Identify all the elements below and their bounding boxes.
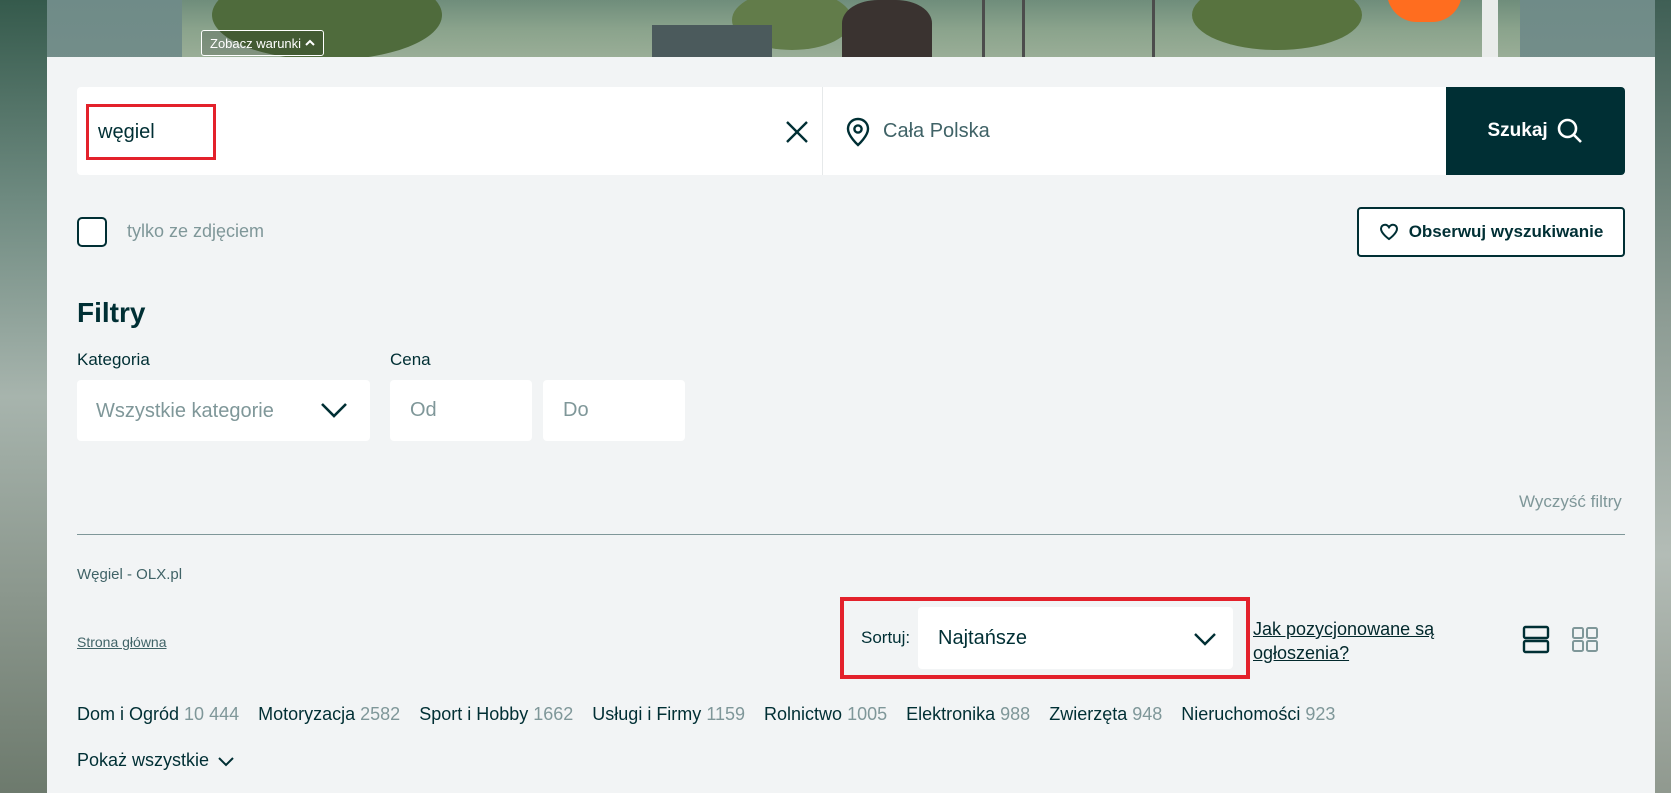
chevron-down-icon (321, 403, 347, 418)
location-pin-icon (846, 117, 870, 147)
search-panel: węgiel Szukaj tylko ze zdjęciem Obserwuj… (47, 57, 1655, 793)
category-count: 1662 (533, 704, 574, 724)
category-link[interactable]: Elektronika 988 (906, 704, 1030, 725)
ranking-info-link[interactable]: Jak pozycjonowane są ogłoszenia? (1253, 617, 1453, 665)
chevron-down-icon (218, 756, 234, 766)
banner-pole (982, 0, 985, 58)
filters-title: Filtry (77, 297, 146, 328)
category-link[interactable]: Nieruchomości 923 (1181, 704, 1335, 725)
category-count: 1159 (706, 704, 746, 724)
price-label: Cena (390, 350, 431, 369)
category-link[interactable]: Sport i Hobby 1662 (419, 704, 573, 725)
banner-tree (1192, 0, 1362, 50)
sort-value: Najtańsze (938, 627, 1027, 649)
category-count: 10 444 (184, 704, 240, 724)
sort-control: Sortuj: Najtańsze (840, 597, 1250, 679)
show-all-categories-button[interactable]: Pokaż wszystkie (77, 750, 235, 771)
heart-icon (1379, 223, 1398, 241)
category-count: 988 (1000, 704, 1031, 724)
category-name: Nieruchomości (1181, 704, 1301, 724)
category-name: Rolnictwo (764, 704, 843, 724)
observe-search-button[interactable]: Obserwuj wyszukiwanie (1357, 207, 1625, 257)
divider (77, 534, 1625, 535)
search-bar: węgiel Szukaj (77, 87, 1625, 175)
banner-pole (1022, 0, 1025, 58)
category-name: Motoryzacja (258, 704, 356, 724)
category-name: Zwierzęta (1049, 704, 1128, 724)
category-name: Dom i Ogród (77, 704, 180, 724)
location-input[interactable] (883, 111, 1424, 151)
category-count: 923 (1305, 704, 1336, 724)
photo-only-label: tylko ze zdjęciem (127, 221, 265, 241)
category-name: Elektronika (906, 704, 996, 724)
background-right (1655, 0, 1671, 793)
category-link[interactable]: Zwierzęta 948 (1049, 704, 1162, 725)
banner-post (1482, 0, 1498, 58)
observe-search-label: Obserwuj wyszukiwanie (1408, 222, 1604, 241)
category-link[interactable]: Motoryzacja 2582 (258, 704, 400, 725)
breadcrumb-home-link[interactable]: Strona główna (77, 634, 167, 650)
search-input[interactable]: węgiel (86, 104, 216, 160)
category-name: Sport i Hobby (419, 704, 529, 724)
banner-building (652, 25, 772, 58)
category-select[interactable]: Wszystkie kategorie (77, 380, 370, 441)
price-from-input[interactable] (390, 380, 532, 441)
location-field[interactable] (823, 87, 1446, 175)
results-heading: Węgiel - OLX.pl (77, 566, 183, 583)
category-count: 1005 (847, 704, 888, 724)
clear-icon[interactable] (782, 117, 812, 147)
list-view-icon[interactable] (1522, 624, 1550, 654)
category-count: 2582 (360, 704, 401, 724)
show-all-label: Pokaż wszystkie (77, 750, 210, 770)
chevron-down-icon (1194, 633, 1216, 646)
search-button-label: Szukaj (1487, 120, 1548, 141)
conditions-label: Zobacz warunki (210, 35, 302, 51)
chevron-up-icon (305, 39, 315, 46)
sort-label: Sortuj: (861, 628, 911, 647)
price-to-input[interactable] (543, 380, 685, 441)
category-value: Wszystkie kategorie (96, 400, 274, 422)
grid-view-icon[interactable] (1571, 624, 1599, 654)
search-icon (1557, 118, 1582, 143)
category-name: Usługi i Firmy (592, 704, 702, 724)
background-left (0, 0, 47, 793)
banner-pole (1152, 0, 1155, 58)
category-count: 948 (1132, 704, 1163, 724)
category-link[interactable]: Usługi i Firmy 1159 (592, 704, 745, 725)
conditions-button[interactable]: Zobacz warunki (201, 30, 325, 56)
query-field[interactable]: węgiel (77, 87, 824, 175)
banner-logo-shape (1387, 0, 1462, 22)
category-label: Kategoria (77, 350, 150, 369)
clear-filters-link[interactable]: Wyczyść filtry (1519, 492, 1622, 512)
search-button[interactable]: Szukaj (1446, 87, 1625, 175)
photo-only-checkbox[interactable] (77, 217, 107, 247)
banner-person (842, 0, 932, 58)
category-counts: Dom i Ogród 10 444 Motoryzacja 2582 Sport … (77, 704, 1335, 725)
category-link[interactable]: Rolnictwo 1005 (764, 704, 887, 725)
category-link[interactable]: Dom i Ogród 10 444 (77, 704, 239, 725)
sort-select[interactable]: Najtańsze (918, 607, 1233, 669)
promo-banner: Zobacz warunki (182, 0, 1520, 58)
